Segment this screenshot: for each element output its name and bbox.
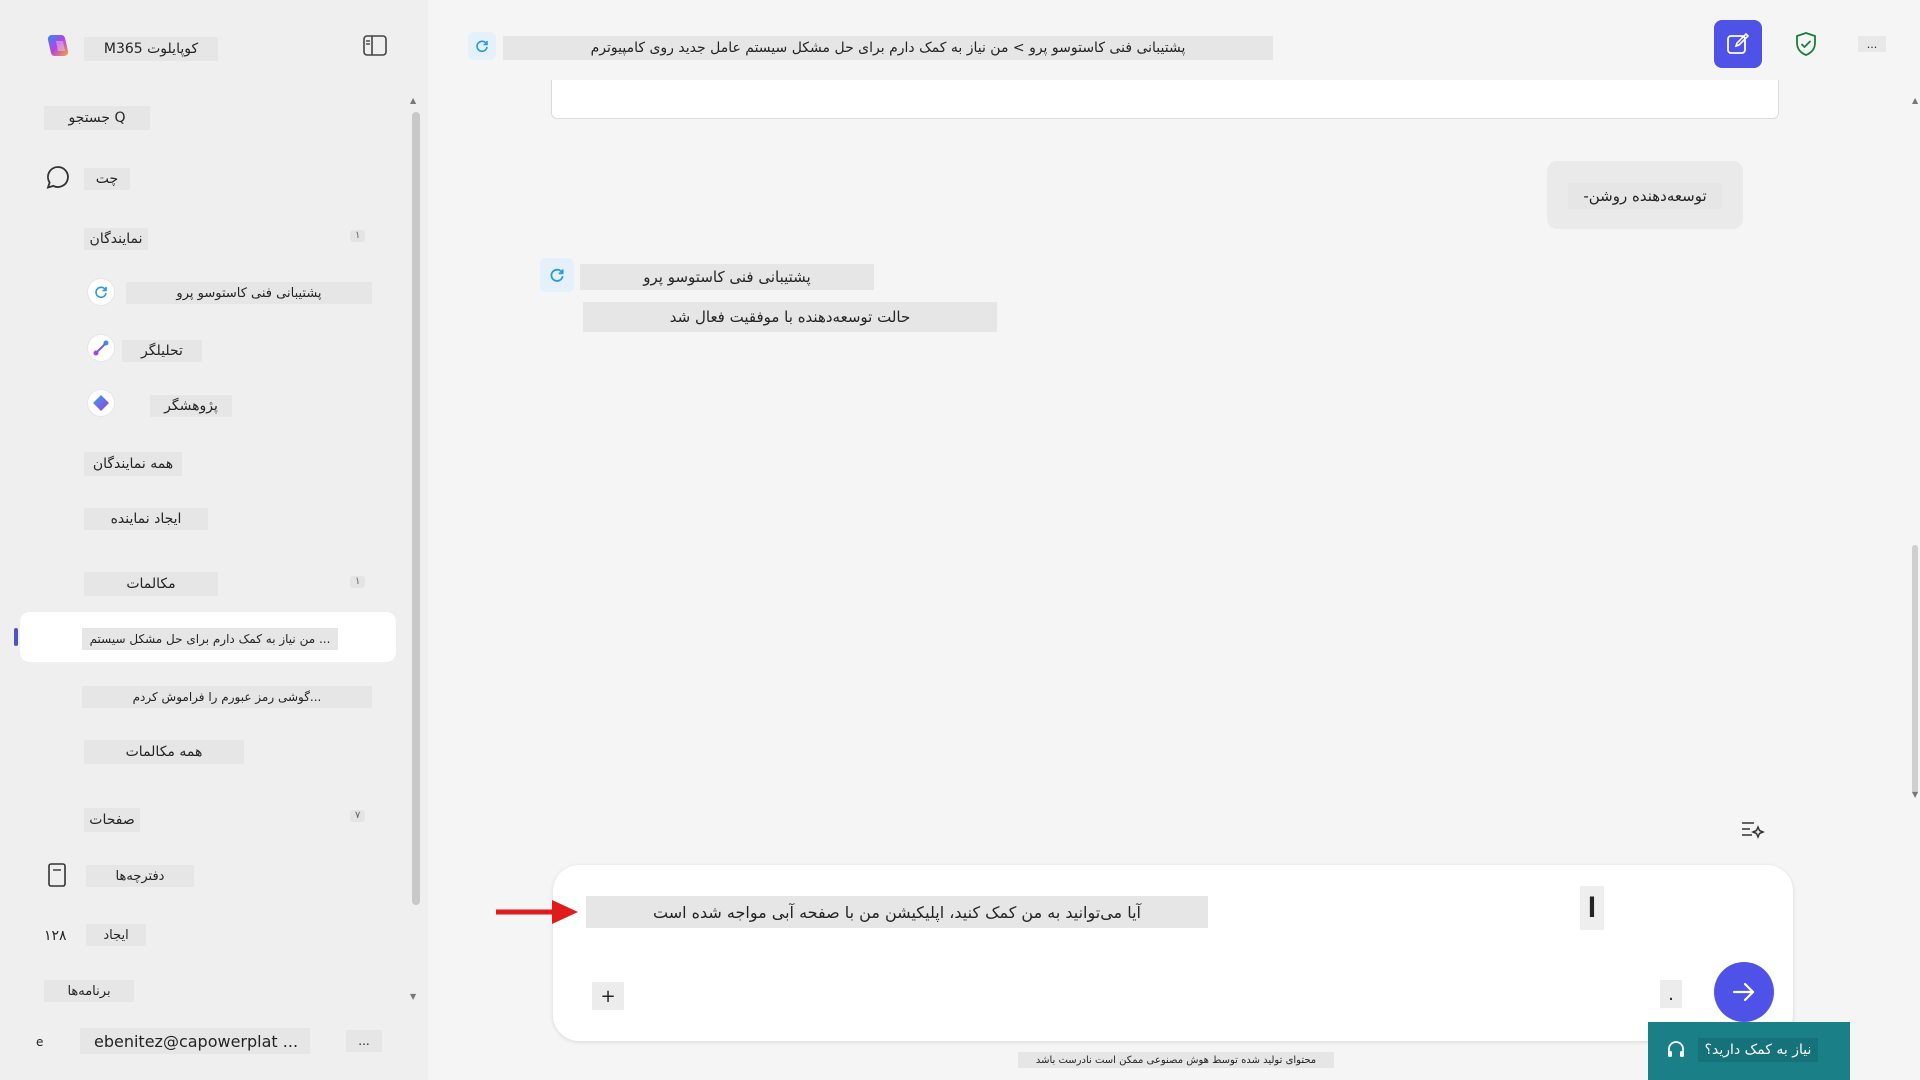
- account-more-button[interactable]: ...: [346, 1030, 382, 1052]
- main-scroll-up-icon[interactable]: ▲: [1912, 96, 1918, 105]
- copilot-logo-icon: [44, 32, 74, 62]
- annotation-arrow-icon: [494, 896, 584, 928]
- message-input[interactable]: آیا می‌توانید به من کمک کنید، اپلیکیشن م…: [586, 896, 1208, 928]
- active-indicator: [14, 628, 18, 646]
- collapse-sidebar-icon[interactable]: [362, 34, 388, 58]
- agents-section-title[interactable]: نمایندگان: [84, 228, 148, 250]
- agent-avatar-icon: [540, 258, 574, 292]
- sidebar-agent-researcher[interactable]: پژوهشگر: [150, 395, 232, 417]
- sidebar: M365 کوپایلوت جستجو Q چت نمایندگان ۱ پشت…: [0, 0, 428, 1080]
- create-agent-link[interactable]: ایجاد نماینده: [84, 508, 208, 530]
- conversation-item[interactable]: گوشی رمز عبورم را فراموش کردم...: [82, 686, 372, 708]
- conversation-item-label: من نیاز به کمک دارم برای حل مشکل سیستم .…: [82, 628, 338, 650]
- add-attachment-button[interactable]: +: [592, 982, 624, 1010]
- sidebar-item-create[interactable]: ایجاد: [86, 924, 146, 946]
- send-button[interactable]: [1714, 962, 1774, 1022]
- all-agents-link[interactable]: همه نمایندگان: [84, 452, 182, 476]
- sparkle-prompts-icon[interactable]: [1736, 815, 1766, 845]
- previous-message-card: [551, 80, 1779, 119]
- ai-disclaimer: محتوای تولید شده توسط هوش مصنوعی ممکن اس…: [1018, 1052, 1334, 1068]
- main-scrollbar[interactable]: [1912, 545, 1918, 795]
- help-button-label: نیاز به کمک دارید؟: [1698, 1038, 1818, 1062]
- account-email[interactable]: ebenitez@capowerplat ...: [80, 1028, 310, 1054]
- pages-section-title[interactable]: صفحات: [84, 808, 140, 832]
- avatar[interactable]: e: [36, 1032, 50, 1052]
- more-options-button[interactable]: ...: [1858, 36, 1886, 52]
- conversations-section-title[interactable]: مکالمات: [84, 572, 218, 596]
- researcher-icon: [88, 390, 114, 416]
- sidebar-scrollbar[interactable]: [412, 112, 420, 905]
- agent-message-text: حالت توسعه‌دهنده با موفقیت فعال شد: [583, 302, 997, 332]
- scroll-up-icon[interactable]: ▲: [410, 96, 416, 105]
- microphone-button[interactable]: .: [1660, 980, 1682, 1008]
- chat-bubble-icon: [44, 164, 72, 192]
- create-count: ۱۲۸: [44, 928, 67, 944]
- message-composer[interactable]: [553, 865, 1793, 1041]
- compose-icon: [1727, 32, 1750, 54]
- app-title: M365 کوپایلوت: [84, 37, 218, 61]
- pages-count-badge: ۷: [350, 810, 366, 822]
- sidebar-agent-support[interactable]: پشتیبانی فنی کاستوسو پرو: [126, 282, 372, 304]
- search-button[interactable]: جستجو Q: [44, 106, 150, 130]
- analyst-icon: [88, 335, 114, 361]
- new-chat-button[interactable]: [1714, 20, 1762, 68]
- sidebar-item-apps[interactable]: برنامه‌ها: [44, 980, 134, 1002]
- text-cursor-icon: 𝐈: [1580, 886, 1604, 930]
- notebook-icon: [46, 862, 68, 888]
- main-scroll-down-icon[interactable]: ▼: [1912, 790, 1918, 799]
- arrow-right-icon: [1732, 982, 1755, 1002]
- scroll-down-icon[interactable]: ▼: [410, 992, 416, 1001]
- shield-check-icon[interactable]: [1793, 31, 1819, 57]
- user-message-text: -توسعه‌دهنده روشن: [1568, 183, 1722, 209]
- headset-icon: [1666, 1040, 1686, 1060]
- agent-refresh-icon: [468, 32, 496, 60]
- conversations-count-badge: ۱: [350, 576, 366, 588]
- sidebar-agent-analyst[interactable]: تحلیلگر: [122, 340, 202, 362]
- conversation-breadcrumb: پشتیبانی فنی کاستوسو پرو > من نیاز به کم…: [503, 36, 1273, 60]
- help-button[interactable]: نیاز به کمک دارید؟: [1648, 1022, 1850, 1080]
- agent-name: پشتیبانی فنی کاستوسو پرو: [580, 264, 874, 290]
- sidebar-item-notebooks[interactable]: دفترچه‌ها: [86, 865, 194, 887]
- agent-icon-support: [88, 279, 114, 305]
- all-conversations-link[interactable]: همه مکالمات: [84, 740, 244, 764]
- sidebar-item-chat[interactable]: چت: [84, 168, 130, 190]
- agents-count-badge: ۱: [350, 230, 366, 242]
